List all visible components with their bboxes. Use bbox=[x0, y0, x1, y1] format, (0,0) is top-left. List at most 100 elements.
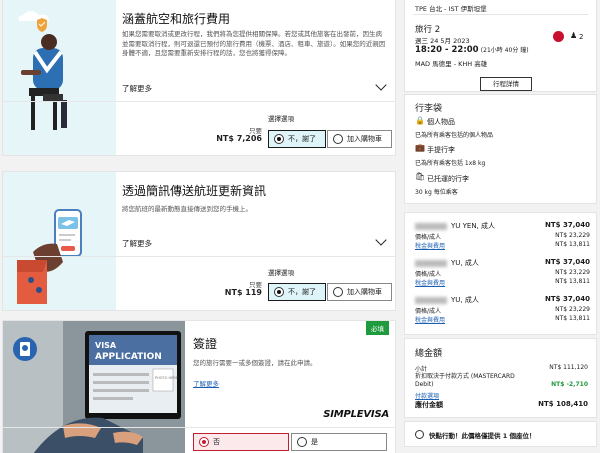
passenger-fare-label: 價格/成人 bbox=[415, 234, 442, 241]
passenger-fare: NT$ 23,229 bbox=[555, 306, 590, 313]
sms-option-no-label: 不，謝了 bbox=[288, 288, 316, 296]
visa-option-no-label: 否 bbox=[213, 438, 220, 446]
insurance-option-heading: 選擇選項 bbox=[268, 115, 294, 123]
visa-option-yes-label: 是 bbox=[311, 438, 318, 446]
passenger-count: 2 bbox=[579, 33, 584, 41]
sms-description: 將您航班的最新動態直接傳送到您的手機上。 bbox=[122, 205, 252, 213]
extras-column: 涵蓋航空和旅行費用 如果您需要取消或更改行程，我們將為您提供相關保障。若您或其他… bbox=[0, 0, 397, 453]
radio-icon[interactable] bbox=[297, 437, 307, 447]
urgency-text: 快點行動！此價格僅提供 1 個座位！ bbox=[429, 432, 536, 440]
divider bbox=[413, 14, 588, 15]
insurance-title: 涵蓋航空和旅行費用 bbox=[122, 12, 231, 26]
passenger-total: NT$ 37,040 bbox=[545, 221, 590, 229]
baggage-panel: 行李袋 🔒 個人物品 已為所有乘客包括的個人物品 💼 手提行李 已為所有乘客包括… bbox=[404, 94, 597, 204]
passenger-name: YU, 成人 bbox=[415, 295, 479, 305]
passenger-tax: NT$ 13,811 bbox=[555, 241, 590, 248]
insurance-description: 如果您需要取消或更改行程，我們將為您提供相關保障。若您或其他旅客在出發前，因生病… bbox=[122, 30, 386, 57]
visa-title: 簽證 bbox=[193, 337, 218, 351]
clock-icon bbox=[415, 430, 424, 439]
laptop-visa-line1: VISA bbox=[95, 341, 117, 350]
sms-price: NT$ 119 bbox=[224, 288, 262, 297]
trip-leg-title: 旅行 2 bbox=[415, 25, 441, 35]
passenger-tax: NT$ 13,811 bbox=[555, 278, 590, 285]
passenger-fare: NT$ 23,229 bbox=[555, 232, 590, 239]
baggage-personal-desc: 已為所有乘客包括的個人物品 bbox=[415, 132, 494, 139]
radio-icon[interactable] bbox=[274, 134, 284, 144]
passenger-name: YU, 成人 bbox=[415, 258, 479, 268]
passenger-total: NT$ 37,040 bbox=[545, 295, 590, 303]
visa-body: 簽證 您的旅行需要一或多個簽證，請在此申請。 了解更多 SIMPLEVISA 否… bbox=[3, 321, 395, 453]
passenger-fare: NT$ 23,229 bbox=[555, 269, 590, 276]
trip-time-value: 18:20 - 22:00 bbox=[415, 45, 479, 55]
sms-learn-more[interactable]: 了解更多 bbox=[122, 238, 152, 249]
chevron-down-icon[interactable] bbox=[375, 234, 387, 246]
passenger-icon: ♟ bbox=[570, 31, 578, 40]
sms-option-no[interactable]: 不，謝了 bbox=[268, 283, 326, 301]
airline-logo-icon bbox=[553, 31, 564, 42]
sms-card: 透過簡訊傳送航班更新資訊 將您航班的最新動態直接傳送到您的手機上。 了解更多 選… bbox=[2, 171, 396, 311]
trip-duration: (21小時 40分 鐘) bbox=[480, 47, 529, 54]
trip-details-button[interactable]: 行程詳情 bbox=[480, 77, 532, 91]
trip-leg-time: 18:20 - 22:00 (21小時 40分 鐘) bbox=[415, 45, 529, 55]
visa-learn-more[interactable]: 了解更多 bbox=[193, 378, 219, 388]
insurance-learn-more[interactable]: 了解更多 bbox=[122, 83, 152, 94]
insurance-option-add-label: 加入購物車 bbox=[347, 135, 382, 143]
trip-route-top: TPE 台北 - IST 伊斯坦堡 bbox=[415, 5, 487, 13]
baggage-personal-title: 個人物品 bbox=[427, 118, 455, 126]
passenger-name-text: YU, 成人 bbox=[451, 296, 479, 304]
grand-total-label: 應付金額 bbox=[415, 401, 443, 409]
passenger-name: YU YEN, 成人 bbox=[415, 221, 495, 231]
visa-option-no[interactable]: 否 bbox=[193, 433, 289, 451]
passenger-fare-label: 價格/成人 bbox=[415, 271, 442, 278]
passengers-panel: YU YEN, 成人 NT$ 37,040 價格/成人 NT$ 23,229 稅… bbox=[404, 212, 597, 335]
summary-column: TPE 台北 - IST 伊斯坦堡 旅行 2 週三 24 5月 2023 18:… bbox=[404, 0, 597, 453]
passenger-tax-link[interactable]: 稅金與費用 bbox=[415, 278, 445, 287]
insurance-option-no-label: 不，謝了 bbox=[288, 135, 316, 143]
divider bbox=[3, 256, 395, 257]
divider bbox=[3, 427, 395, 428]
passenger-fare-label: 價格/成人 bbox=[415, 308, 442, 315]
insurance-card: 涵蓋航空和旅行費用 如果您需要取消或更改行程，我們將為您提供相關保障。若您或其他… bbox=[2, 0, 396, 156]
visa-card: VISA APPLICATION PHOTO HERE 必填 簽證 您的旅行需要… bbox=[2, 320, 396, 453]
passenger-name-text: YU YEN, 成人 bbox=[451, 222, 496, 230]
discount-value: NT$ -2,710 bbox=[551, 381, 588, 388]
baggage-cabin-title: 手提行李 bbox=[427, 146, 455, 154]
insurance-price: NT$ 7,206 bbox=[216, 134, 262, 143]
visa-option-yes[interactable]: 是 bbox=[291, 433, 387, 451]
personal-item-icon: 🔒 bbox=[415, 116, 425, 125]
insurance-option-no[interactable]: 不，謝了 bbox=[268, 130, 326, 148]
payment-fee-link[interactable]: 付款選項 bbox=[415, 391, 439, 400]
subtotal-value: NT$ 111,120 bbox=[549, 364, 588, 371]
subtotal-label: 小計 bbox=[415, 366, 428, 373]
sms-option-add-label: 加入購物車 bbox=[347, 288, 382, 296]
insurance-option-add[interactable]: 加入購物車 bbox=[327, 130, 392, 148]
sms-title: 透過簡訊傳送航班更新資訊 bbox=[122, 184, 267, 198]
visa-illustration: VISA APPLICATION PHOTO HERE bbox=[3, 321, 185, 453]
radio-icon[interactable] bbox=[333, 134, 343, 144]
radio-icon[interactable] bbox=[333, 287, 343, 297]
laptop-visa-line2: APPLICATION bbox=[95, 352, 162, 362]
passenger-tax: NT$ 13,811 bbox=[555, 315, 590, 322]
trip-panel: TPE 台北 - IST 伊斯坦堡 旅行 2 週三 24 5月 2023 18:… bbox=[404, 0, 597, 92]
baggage-cabin-desc: 已為所有乘客包括 1x8 kg bbox=[415, 160, 486, 167]
simplevisa-logo: SIMPLEVISA bbox=[323, 409, 389, 420]
baggage-title: 行李袋 bbox=[415, 104, 443, 114]
checked-bag-icon: 🛍 bbox=[415, 172, 426, 181]
laptop-photo-label: PHOTO HERE bbox=[155, 376, 178, 380]
chevron-down-icon[interactable] bbox=[375, 79, 387, 91]
passenger-name-text: YU, 成人 bbox=[451, 259, 479, 267]
grand-total-value: NT$ 108,410 bbox=[538, 400, 588, 408]
trip-leg-date: 週三 24 5月 2023 bbox=[415, 37, 470, 45]
urgency-panel: 快點行動！此價格僅提供 1 個座位！ bbox=[404, 421, 597, 447]
trip-leg-route: MAD 馬德里 - KHH 高雄 bbox=[415, 60, 488, 68]
insurance-body: 涵蓋航空和旅行費用 如果您需要取消或更改行程，我們將為您提供相關保障。若您或其他… bbox=[3, 0, 395, 155]
sms-option-add[interactable]: 加入購物車 bbox=[327, 283, 392, 301]
sms-body: 透過簡訊傳送航班更新資訊 將您航班的最新動態直接傳送到您的手機上。 了解更多 選… bbox=[3, 172, 395, 310]
radio-icon[interactable] bbox=[199, 437, 209, 447]
radio-icon[interactable] bbox=[274, 287, 284, 297]
passenger-tax-link[interactable]: 稅金與費用 bbox=[415, 241, 445, 250]
passenger-tax-link[interactable]: 稅金與費用 bbox=[415, 315, 445, 324]
baggage-checked-desc: 30 kg 每位乘客 bbox=[415, 189, 458, 196]
sms-option-heading: 選擇選項 bbox=[268, 269, 294, 277]
divider bbox=[3, 101, 395, 102]
